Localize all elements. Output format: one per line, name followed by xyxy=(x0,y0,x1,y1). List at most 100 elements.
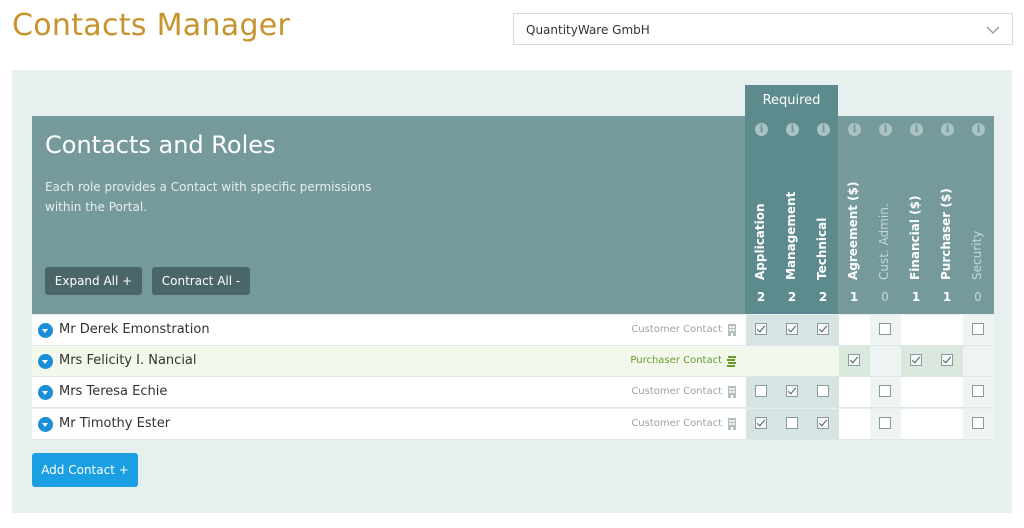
column-header-label: Financial ($) xyxy=(908,196,922,280)
expand-row-icon[interactable] xyxy=(38,417,53,432)
contact-type-label: Customer Contact xyxy=(631,324,722,335)
column-count: 0 xyxy=(881,290,889,304)
role-cell xyxy=(777,315,808,345)
role-checkbox[interactable] xyxy=(910,354,922,366)
app-title: Contacts Manager xyxy=(12,8,291,43)
column-header-label: Cust. Admin. xyxy=(877,203,891,280)
role-cell xyxy=(839,315,870,345)
role-checkbox[interactable] xyxy=(848,354,860,366)
info-icon[interactable]: i xyxy=(848,123,861,136)
role-cell xyxy=(901,315,932,345)
info-icon[interactable]: i xyxy=(817,123,830,136)
role-checkbox[interactable] xyxy=(817,385,829,397)
role-cell xyxy=(839,377,870,407)
role-checkbox[interactable] xyxy=(817,323,829,335)
role-checkbox[interactable] xyxy=(972,385,984,397)
contact-name[interactable]: Mr Derek Emonstration xyxy=(59,322,210,337)
role-cell xyxy=(777,409,808,439)
expand-row-icon[interactable] xyxy=(38,354,53,369)
role-cell xyxy=(746,315,777,345)
role-checkbox[interactable] xyxy=(755,385,767,397)
role-checkbox[interactable] xyxy=(972,323,984,335)
column-count: 1 xyxy=(911,290,921,304)
role-cell xyxy=(746,377,777,407)
column-header-label: Agreement ($) xyxy=(846,182,860,281)
role-cell xyxy=(808,377,839,407)
add-contact-button[interactable]: Add Contact + xyxy=(32,453,138,487)
role-cell xyxy=(746,409,777,439)
contact-type-label: Customer Contact xyxy=(631,418,722,429)
contact-row: Mrs Felicity I. Nancial Purchaser Contact xyxy=(32,346,994,377)
column-header-label: Technical xyxy=(815,218,829,280)
role-cell xyxy=(777,377,808,407)
role-cell xyxy=(963,377,994,407)
role-checkbox[interactable] xyxy=(786,323,798,335)
contact-name[interactable]: Mr Timothy Ester xyxy=(59,416,170,431)
role-checkbox[interactable] xyxy=(879,417,891,429)
expand-row-icon[interactable] xyxy=(38,385,53,400)
role-cell xyxy=(963,409,994,439)
expand-row-icon[interactable] xyxy=(38,323,53,338)
role-cell xyxy=(870,377,901,407)
role-checkbox[interactable] xyxy=(786,417,798,429)
column-count: 0 xyxy=(974,290,982,304)
role-cell xyxy=(932,377,963,407)
role-checkbox[interactable] xyxy=(817,417,829,429)
building-icon xyxy=(728,386,736,398)
info-icon[interactable]: i xyxy=(972,123,985,136)
role-cell xyxy=(870,315,901,345)
chevron-down-icon xyxy=(986,26,1000,34)
contact-row: Mr Timothy Ester Customer Contact xyxy=(32,409,994,440)
role-cell xyxy=(808,315,839,345)
money-stack-icon xyxy=(727,356,736,367)
building-icon xyxy=(728,324,736,336)
role-cell xyxy=(932,315,963,345)
role-cell xyxy=(746,346,777,376)
role-cell xyxy=(808,409,839,439)
column-count: 2 xyxy=(787,290,797,304)
contact-row: Mr Derek Emonstration Customer Contact xyxy=(32,315,994,346)
role-cell xyxy=(808,346,839,376)
role-cell xyxy=(901,377,932,407)
contact-row: Mrs Teresa Echie Customer Contact xyxy=(32,377,994,408)
expand-all-button[interactable]: Expand All + xyxy=(45,267,142,295)
info-icon[interactable]: i xyxy=(941,123,954,136)
role-checkbox[interactable] xyxy=(879,323,891,335)
company-select[interactable]: QuantityWare GmbH xyxy=(513,13,1013,45)
column-count: 2 xyxy=(756,290,766,304)
company-select-value: QuantityWare GmbH xyxy=(526,23,650,37)
role-checkbox[interactable] xyxy=(879,385,891,397)
column-count: 2 xyxy=(818,290,828,304)
column-header-label: Purchaser ($) xyxy=(939,188,953,280)
role-checkbox[interactable] xyxy=(755,417,767,429)
panel-title: Contacts and Roles xyxy=(45,131,276,159)
role-cell xyxy=(870,409,901,439)
column-header-label: Application xyxy=(753,203,767,280)
info-icon[interactable]: i xyxy=(910,123,923,136)
info-icon[interactable]: i xyxy=(879,123,892,136)
role-checkbox[interactable] xyxy=(755,323,767,335)
role-cell xyxy=(932,409,963,439)
role-cell xyxy=(932,346,963,376)
required-tab: Required xyxy=(745,85,838,116)
column-header-label: Management xyxy=(784,192,798,280)
contract-all-button[interactable]: Contract All - xyxy=(152,267,250,295)
contact-type-label: Customer Contact xyxy=(631,386,722,397)
role-checkbox[interactable] xyxy=(972,417,984,429)
column-count: 1 xyxy=(942,290,952,304)
contact-name[interactable]: Mrs Felicity I. Nancial xyxy=(59,353,197,368)
role-cell xyxy=(963,346,994,376)
role-checkbox[interactable] xyxy=(941,354,953,366)
role-cell xyxy=(839,346,870,376)
role-cell xyxy=(901,346,932,376)
role-cell xyxy=(839,409,870,439)
contact-name[interactable]: Mrs Teresa Echie xyxy=(59,384,167,399)
role-checkbox[interactable] xyxy=(786,385,798,397)
column-count: 1 xyxy=(849,290,859,304)
building-icon xyxy=(728,418,736,430)
info-icon[interactable]: i xyxy=(755,123,768,136)
contact-type-label: Purchaser Contact xyxy=(630,355,722,366)
role-cell xyxy=(901,409,932,439)
info-icon[interactable]: i xyxy=(786,123,799,136)
panel-description: Each role provides a Contact with specif… xyxy=(45,180,372,214)
